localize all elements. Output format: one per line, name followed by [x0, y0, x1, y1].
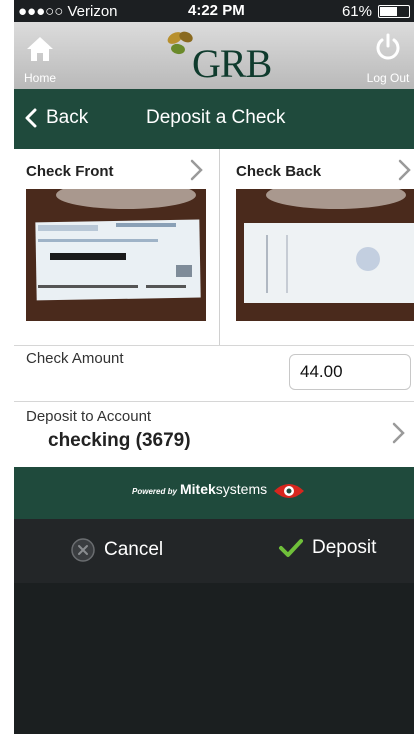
status-bar: ●●●○○ Verizon 4:22 PM 61%	[14, 0, 414, 22]
check-amount-input[interactable]	[289, 354, 411, 390]
check-back-label: Check Back	[236, 163, 322, 180]
home-button[interactable]: Home	[14, 22, 66, 89]
logo-text: GRB	[192, 41, 272, 86]
check-back-photo	[236, 189, 414, 321]
status-right: 61%	[342, 3, 410, 20]
battery-percent: 61%	[341, 3, 372, 20]
cancel-label: Cancel	[104, 539, 164, 560]
mitek-brand-bold: Mitek	[180, 481, 216, 497]
phone-screen: ●●●○○ Verizon 4:22 PM 61% Home GRB Log O…	[14, 0, 414, 734]
power-icon	[376, 33, 400, 60]
cancel-button[interactable]: Cancel	[70, 537, 163, 563]
back-label: Back	[46, 107, 89, 128]
back-button[interactable]: Back	[24, 107, 88, 129]
brand-bar: Home GRB Log Out	[14, 22, 414, 89]
clock-label: 4:22 PM	[188, 2, 245, 19]
mitek-brand: Miteksystems	[180, 481, 267, 497]
deposit-account-row[interactable]: Deposit to Account checking (3679)	[14, 401, 414, 468]
check-front-label: Check Front	[26, 163, 114, 180]
page-title: Deposit a Check	[146, 107, 286, 128]
check-front-image	[26, 189, 206, 321]
chevron-right-icon	[392, 422, 405, 444]
chevron-right-icon	[398, 159, 411, 181]
eye-logo-icon	[274, 484, 304, 498]
chevron-right-icon	[190, 159, 203, 181]
check-back-image	[236, 189, 414, 321]
check-amount-label: Check Amount	[26, 350, 124, 367]
check-front-tile[interactable]: Check Front	[14, 149, 220, 345]
check-back-tile[interactable]: Check Back	[220, 149, 414, 345]
empty-area	[14, 583, 414, 734]
home-label: Home	[23, 71, 56, 85]
home-icon	[27, 37, 53, 61]
battery-icon	[378, 5, 410, 18]
deposit-form: Check Front Check Back Check Amount 44.0…	[14, 149, 414, 467]
battery-fill	[380, 7, 397, 16]
cancel-circle-icon	[71, 538, 95, 562]
deposit-button[interactable]: Deposit	[278, 537, 376, 559]
check-mark-icon	[279, 539, 303, 557]
check-front-photo	[26, 189, 206, 321]
deposit-label: Deposit	[312, 537, 377, 558]
powered-by-banner: Powered by Miteksystems	[14, 467, 414, 519]
action-bar: Cancel Deposit	[14, 519, 414, 583]
logout-label: Log Out	[366, 71, 410, 85]
mitek-brand-rest: systems	[215, 481, 268, 497]
navigation-bar: Back Deposit a Check	[14, 89, 414, 149]
chevron-left-icon	[25, 108, 37, 128]
grb-logo: GRB	[164, 28, 284, 86]
deposit-account-value: checking (3679)	[48, 430, 191, 451]
deposit-account-label: Deposit to Account	[26, 408, 152, 425]
carrier-label: ●●●○○ Verizon	[18, 3, 118, 20]
logout-button[interactable]: Log Out	[362, 22, 414, 89]
check-amount-row: Check Amount	[14, 345, 414, 402]
powered-by-label: Powered by	[132, 487, 177, 496]
